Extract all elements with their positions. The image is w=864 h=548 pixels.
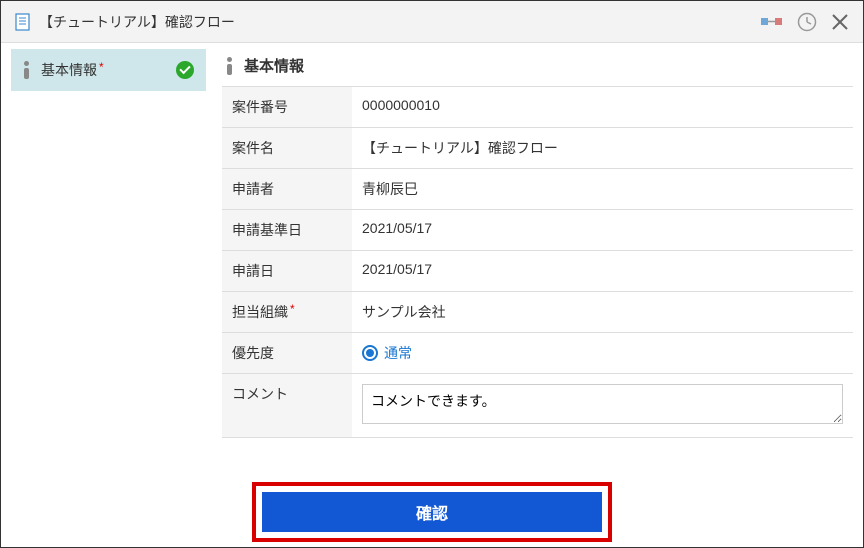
label-comment: コメント	[222, 374, 352, 438]
content: 基本情報* 基本情報 案件番号 0000000010 案件名 【チュートリアル】…	[1, 43, 863, 438]
header-left: 【チュートリアル】確認フロー	[15, 12, 235, 32]
label-applicant: 申請者	[222, 169, 352, 210]
value-case-name: 【チュートリアル】確認フロー	[352, 128, 853, 169]
label-case-number: 案件番号	[222, 87, 352, 128]
label-base-date: 申請基準日	[222, 210, 352, 251]
value-comment-cell	[352, 374, 853, 438]
radio-icon	[362, 345, 378, 361]
section-title-text: 基本情報	[244, 55, 304, 76]
sidebar-item-basic-info[interactable]: 基本情報*	[11, 49, 206, 91]
required-mark: *	[290, 302, 295, 316]
row-case-name: 案件名 【チュートリアル】確認フロー	[222, 128, 853, 169]
main: 基本情報 案件番号 0000000010 案件名 【チュートリアル】確認フロー …	[206, 49, 853, 438]
label-apply-date: 申請日	[222, 251, 352, 292]
header-actions	[761, 12, 849, 32]
row-base-date: 申請基準日 2021/05/17	[222, 210, 853, 251]
row-priority: 優先度 通常	[222, 333, 853, 374]
row-applicant: 申請者 青柳辰巳	[222, 169, 853, 210]
sidebar: 基本情報*	[11, 49, 206, 438]
close-icon[interactable]	[831, 13, 849, 31]
header: 【チュートリアル】確認フロー	[1, 1, 863, 43]
value-org: サンプル会社	[352, 292, 853, 333]
sidebar-item-label: 基本情報*	[41, 60, 104, 80]
label-org-text: 担当組織	[232, 304, 288, 320]
row-org: 担当組織* サンプル会社	[222, 292, 853, 333]
value-applicant: 青柳辰巳	[352, 169, 853, 210]
history-icon[interactable]	[797, 12, 817, 32]
priority-radio[interactable]: 通常	[362, 343, 843, 363]
section-title: 基本情報	[222, 49, 853, 86]
sidebar-item-label-text: 基本情報	[41, 62, 97, 78]
comment-input[interactable]	[362, 384, 843, 424]
required-mark: *	[99, 60, 104, 74]
label-org: 担当組織*	[222, 292, 352, 333]
label-case-name: 案件名	[222, 128, 352, 169]
form-table: 案件番号 0000000010 案件名 【チュートリアル】確認フロー 申請者 青…	[222, 86, 853, 438]
row-comment: コメント	[222, 374, 853, 438]
info-icon	[23, 61, 29, 79]
row-apply-date: 申請日 2021/05/17	[222, 251, 853, 292]
document-icon	[15, 13, 31, 31]
footer: 確認	[1, 482, 863, 542]
info-icon	[226, 57, 232, 75]
confirm-button[interactable]: 確認	[262, 492, 602, 532]
value-case-number: 0000000010	[352, 87, 853, 128]
priority-radio-label: 通常	[384, 343, 412, 363]
row-case-number: 案件番号 0000000010	[222, 87, 853, 128]
value-base-date: 2021/05/17	[352, 210, 853, 251]
check-icon	[176, 61, 194, 79]
value-priority: 通常	[352, 333, 853, 374]
sidebar-item-left: 基本情報*	[23, 60, 104, 80]
flow-icon[interactable]	[761, 14, 783, 30]
page-title: 【チュートリアル】確認フロー	[39, 12, 235, 32]
label-priority: 優先度	[222, 333, 352, 374]
value-apply-date: 2021/05/17	[352, 251, 853, 292]
highlight-box: 確認	[252, 482, 612, 542]
